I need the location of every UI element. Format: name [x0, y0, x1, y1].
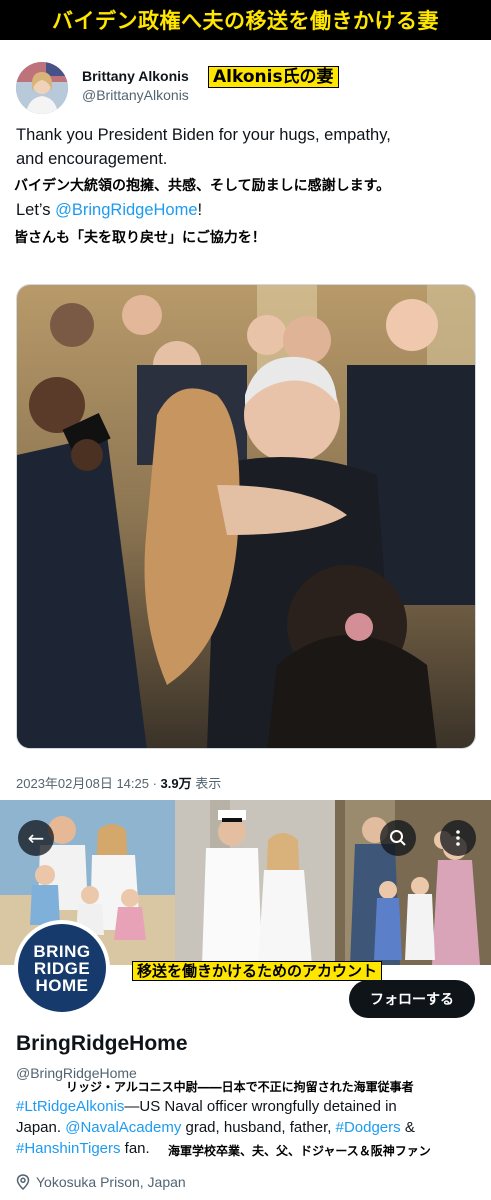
tweet-text-line: Let’s @BringRidgeHome!	[16, 201, 202, 220]
author-name[interactable]: Brittany Alkonis	[82, 68, 189, 84]
bio-text: &	[400, 1119, 415, 1136]
tweet-text-line: Thank you President Biden for your hugs,…	[16, 126, 391, 144]
search-icon	[390, 830, 406, 846]
mention-link[interactable]: @BringRidgeHome	[55, 201, 197, 219]
tweet-text-line: and encouragement.	[16, 150, 168, 168]
tweet-text-suffix: !	[197, 201, 203, 219]
account-annotation-label: 移送を働きかけるためのアカウント	[132, 961, 383, 981]
back-button[interactable]: ←	[18, 820, 54, 856]
profile-location: Yokosuka Prison, Japan	[16, 1174, 186, 1190]
tweet-card: Brittany Alkonis @BrittanyAlkonis Alkoni…	[0, 40, 491, 800]
banner-title: バイデン政権へ夫の移送を働きかける妻	[52, 9, 439, 33]
search-button[interactable]	[380, 820, 416, 856]
jp-translation-caption: 皆さんも「夫を取り戻せ」にご協力を！	[14, 230, 266, 246]
view-count: 3.9万	[160, 776, 192, 791]
logo-line: BRING	[33, 941, 91, 961]
bio-line: Japan. @NavalAcademy grad, husband, fath…	[16, 1119, 415, 1136]
arrow-left-icon: ←	[27, 826, 45, 850]
bio-text: grad, husband, father,	[181, 1119, 336, 1136]
tweet-text-prefix: Let’s	[16, 201, 56, 219]
timestamp-text: 2023年02月08日 14:25 ·	[16, 776, 161, 791]
more-icon	[456, 830, 460, 846]
hashtag-link[interactable]: #LtRidgeAlkonis	[16, 1098, 124, 1115]
bio-line: #HanshinTigers fan.	[16, 1140, 150, 1157]
logo-line: RIDGE	[33, 958, 91, 978]
jp-bio-translation: 海軍学校卒業、夫、父、ドジャース＆阪神ファン	[168, 1144, 431, 1158]
author-handle[interactable]: @BrittanyAlkonis	[82, 87, 189, 103]
more-button[interactable]	[440, 820, 476, 856]
jp-translation-caption: バイデン大統領の抱擁、共感、そして励ましに感謝します。	[14, 178, 391, 194]
hashtag-link[interactable]: #HanshinTigers	[16, 1140, 121, 1157]
bio-text: Japan.	[16, 1119, 66, 1136]
profile-avatar[interactable]: BRING RIDGE HOME	[14, 920, 110, 1016]
profile-section: ← BRING RIDGE HOME 移送を働きかけるためのアカウント フォロー…	[0, 800, 491, 1200]
bio-text: fan.	[120, 1140, 150, 1157]
logo-line: HOME	[35, 975, 89, 995]
wife-annotation-label: Alkonis氏の妻	[208, 66, 339, 89]
view-label: 表示	[191, 776, 222, 791]
location-text: Yokosuka Prison, Japan	[36, 1174, 186, 1190]
author-avatar[interactable]	[16, 62, 68, 114]
profile-name: BringRidgeHome	[16, 1032, 188, 1055]
bring-ridge-home-logo: BRING RIDGE HOME	[18, 924, 106, 1012]
hashtag-link[interactable]: #Dodgers	[336, 1119, 401, 1136]
location-pin-icon	[16, 1174, 30, 1190]
mention-link[interactable]: @NavalAcademy	[65, 1119, 181, 1136]
bio-line: #LtRidgeAlkonis—US Naval officer wrongfu…	[16, 1098, 397, 1115]
tweet-photo[interactable]	[16, 284, 476, 749]
top-banner: バイデン政権へ夫の移送を働きかける妻	[0, 0, 491, 40]
jp-bio-translation: リッジ・アルコニス中尉――日本で不正に拘留された海軍従事者	[66, 1080, 414, 1094]
follow-button[interactable]: フォローする	[349, 980, 475, 1018]
bio-text: —US Naval officer wrongfully detained in	[124, 1098, 397, 1115]
tweet-timestamp[interactable]: 2023年02月08日 14:25 · 3.9万 表示	[16, 773, 221, 792]
